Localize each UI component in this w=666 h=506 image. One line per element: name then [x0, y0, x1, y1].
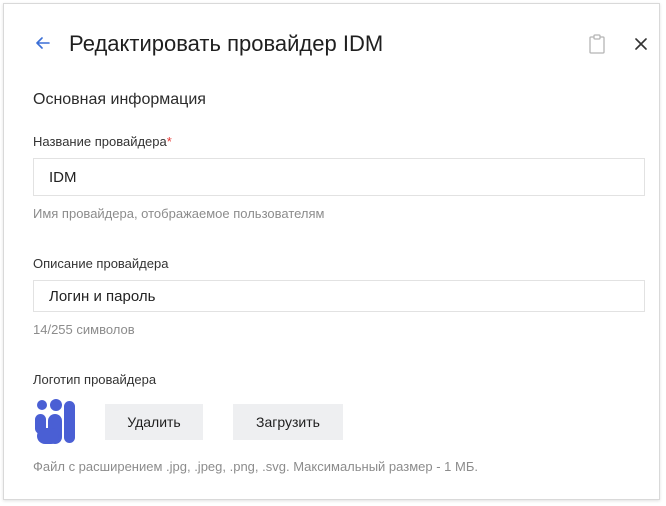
clipboard-button[interactable] — [588, 34, 606, 54]
edit-provider-dialog: Редактировать провайдер IDM Основная инф… — [3, 3, 660, 500]
provider-logo-icon — [34, 398, 76, 446]
provider-description-value: Логин и пароль — [49, 287, 156, 305]
logo-label: Логотип провайдера — [33, 372, 157, 387]
delete-logo-button[interactable]: Удалить — [105, 404, 203, 440]
provider-name-hint: Имя провайдера, отображаемое пользовател… — [33, 206, 325, 221]
description-counter: 14/255 символов — [33, 322, 135, 337]
clipboard-icon — [589, 34, 605, 54]
arrow-left-icon — [36, 37, 50, 49]
close-button[interactable] — [633, 36, 649, 52]
required-mark: * — [166, 134, 172, 149]
provider-description-input[interactable]: Логин и пароль — [33, 280, 645, 312]
name-label: Название провайдера* — [33, 134, 172, 150]
provider-name-value: IDM — [49, 168, 77, 186]
page-title: Редактировать провайдер IDM — [69, 31, 384, 56]
back-button[interactable] — [32, 32, 54, 54]
upload-logo-button[interactable]: Загрузить — [233, 404, 343, 440]
description-label: Описание провайдера — [33, 256, 169, 271]
name-label-text: Название провайдера — [33, 134, 167, 149]
close-icon — [635, 38, 647, 50]
section-title: Основная информация — [33, 91, 206, 108]
logo-hint: Файл с расширением .jpg, .jpeg, .png, .s… — [33, 459, 478, 474]
provider-name-input[interactable]: IDM — [33, 158, 645, 196]
